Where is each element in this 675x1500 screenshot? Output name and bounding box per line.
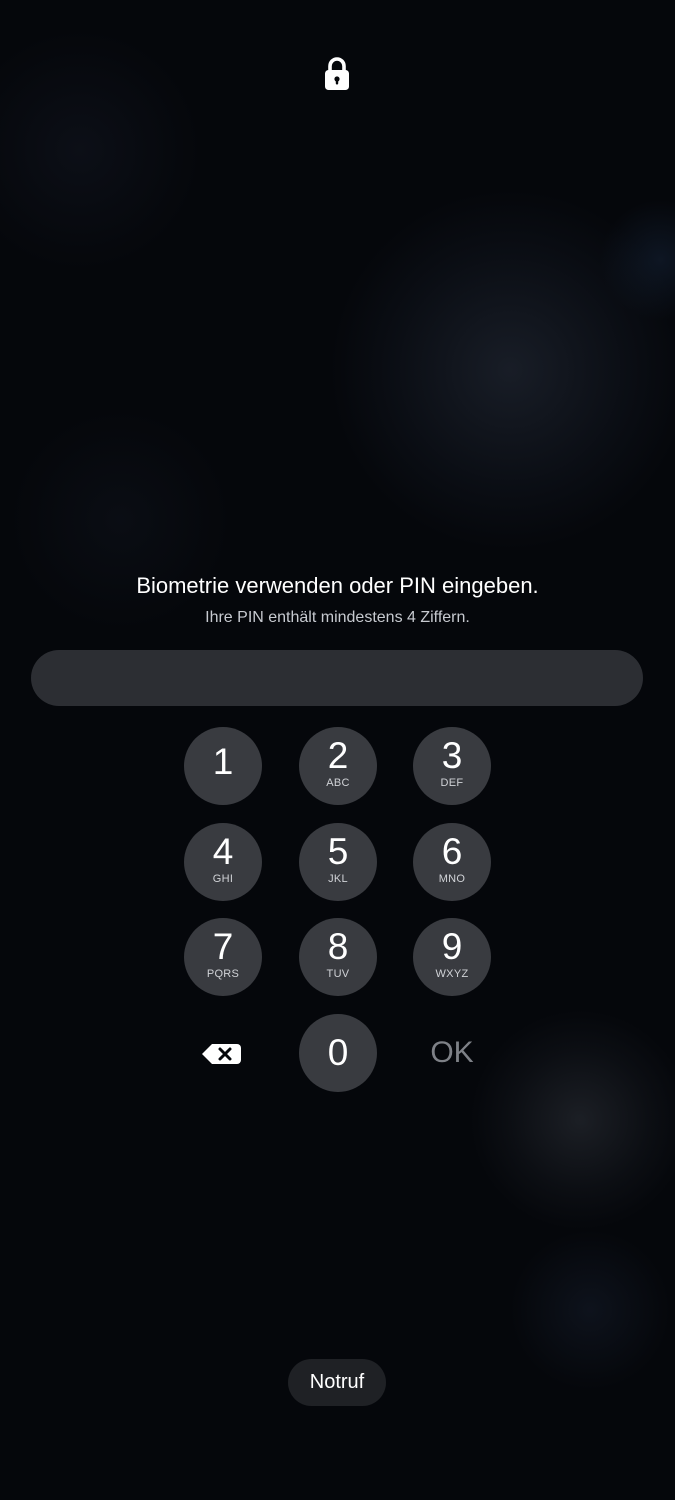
key-digit: 2 <box>327 735 349 776</box>
keypad-key-7[interactable]: 7 PQRS <box>184 918 262 996</box>
key-letters: DEF <box>440 777 464 789</box>
key-digit: 3 <box>441 735 463 776</box>
key-digit: 7 <box>212 926 234 967</box>
keypad-key-0[interactable]: 0 <box>299 1014 377 1092</box>
keypad-key-1[interactable]: 1 <box>184 727 262 805</box>
keypad-key-6[interactable]: 6 MNO <box>413 823 491 901</box>
keypad-key-9[interactable]: 9 WXYZ <box>413 918 491 996</box>
ok-button[interactable]: OK <box>413 1014 491 1092</box>
keypad-key-5[interactable]: 5 JKL <box>299 823 377 901</box>
pin-input[interactable] <box>31 650 643 706</box>
key-letters: JKL <box>328 873 348 885</box>
backspace-icon[interactable] <box>199 1040 243 1068</box>
prompt-subtitle: Ihre PIN enthält mindestens 4 Ziffern. <box>205 609 470 626</box>
key-digit: 1 <box>212 741 234 782</box>
emergency-call-button[interactable]: Notruf <box>288 1359 386 1406</box>
keypad-key-2[interactable]: 2 ABC <box>299 727 377 805</box>
key-letters: MNO <box>438 873 466 885</box>
key-letters: ABC <box>326 777 350 789</box>
key-letters: WXYZ <box>435 968 469 980</box>
key-letters: TUV <box>326 968 350 980</box>
key-letters: GHI <box>212 873 234 885</box>
key-digit: 5 <box>327 831 349 872</box>
key-digit: 4 <box>212 831 234 872</box>
keypad-key-8[interactable]: 8 TUV <box>299 918 377 996</box>
prompt-title: Biometrie verwenden oder PIN eingeben. <box>136 573 539 598</box>
keypad-key-4[interactable]: 4 GHI <box>184 823 262 901</box>
key-digit: 6 <box>441 831 463 872</box>
key-letters: PQRS <box>206 968 240 980</box>
key-digit: 9 <box>441 926 463 967</box>
keypad-key-3[interactable]: 3 DEF <box>413 727 491 805</box>
lock-icon <box>325 57 349 90</box>
key-digit: 0 <box>327 1032 349 1073</box>
key-digit: 8 <box>327 926 349 967</box>
